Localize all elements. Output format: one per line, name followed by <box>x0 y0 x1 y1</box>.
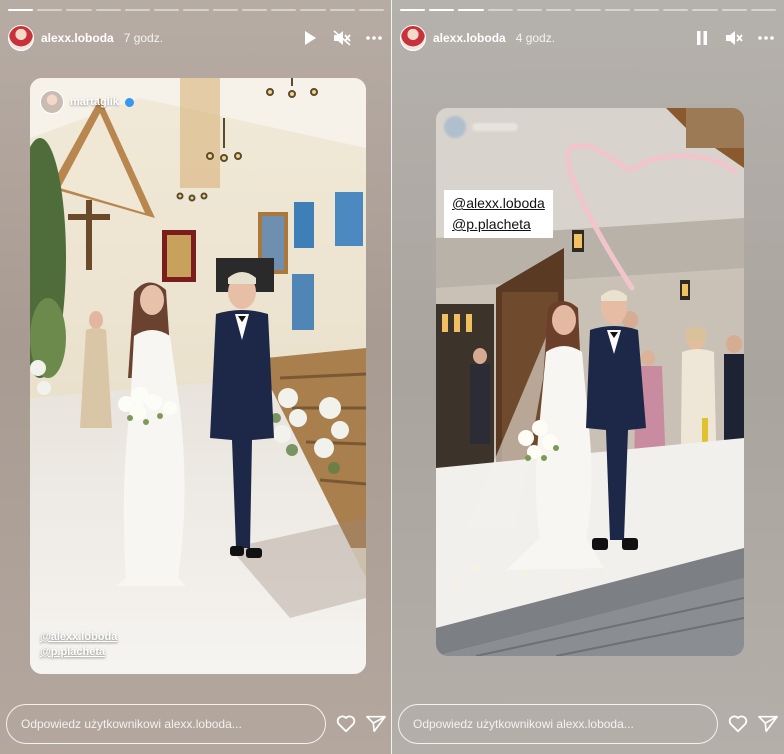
mention-username: martaglik <box>70 96 119 108</box>
send-icon[interactable] <box>366 714 386 734</box>
heart-icon[interactable] <box>336 714 356 734</box>
user-tag[interactable]: @p.placheta <box>40 645 117 660</box>
church-aisle-image <box>30 78 366 674</box>
progress-segment <box>575 9 601 11</box>
timestamp: 7 godz. <box>123 31 164 45</box>
mention-avatar <box>40 90 64 114</box>
progress-segment <box>458 9 484 11</box>
story-header: alexx.loboda 4 godz. <box>392 22 784 54</box>
user-tag[interactable]: @alexx.loboda <box>40 630 117 645</box>
progress-segment <box>487 9 513 11</box>
user-tag[interactable]: @p.placheta <box>452 214 545 235</box>
progress-segment <box>750 9 777 11</box>
username[interactable]: alexx.loboda <box>41 31 114 45</box>
progress-segment <box>546 9 572 11</box>
progress-segment <box>604 9 630 11</box>
play-icon[interactable] <box>300 28 320 48</box>
user-tags: @alexx.loboda @p.placheta <box>444 190 553 238</box>
progress-segment <box>633 9 660 11</box>
progress-bar <box>8 9 385 11</box>
more-options-icon[interactable] <box>756 28 776 48</box>
mention-sticker[interactable]: martaglik <box>40 90 134 114</box>
avatar[interactable] <box>400 25 426 51</box>
more-options-icon[interactable] <box>364 28 384 48</box>
heart-icon[interactable] <box>728 714 748 734</box>
story-right[interactable]: alexx.loboda 4 godz. @alexx.loboda @p.pl… <box>392 0 784 754</box>
reply-input[interactable] <box>6 704 326 744</box>
reply-input[interactable] <box>398 704 718 744</box>
progress-segment <box>95 9 121 11</box>
blurred-avatar <box>444 116 466 138</box>
blurred-mention <box>444 116 518 138</box>
progress-segment <box>721 9 747 11</box>
muted-icon[interactable] <box>724 28 744 48</box>
progress-segment <box>183 9 209 11</box>
timestamp: 4 godz. <box>515 31 556 45</box>
username[interactable]: alexx.loboda <box>433 31 506 45</box>
progress-segment <box>124 9 151 11</box>
progress-segment <box>400 9 426 11</box>
progress-segment <box>241 9 268 11</box>
progress-segment <box>37 9 63 11</box>
reply-bar <box>0 704 392 744</box>
verified-badge-icon <box>124 97 134 107</box>
story-media-church-entrance[interactable]: @alexx.loboda @p.placheta <box>436 108 744 656</box>
muted-icon[interactable] <box>332 28 352 48</box>
story-header: alexx.loboda 7 godz. <box>0 22 392 54</box>
blurred-username <box>472 123 518 131</box>
progress-segment <box>154 9 180 11</box>
progress-segment <box>429 9 455 11</box>
progress-bar <box>400 9 777 11</box>
progress-segment <box>358 9 385 11</box>
progress-segment <box>8 9 34 11</box>
progress-segment <box>329 9 355 11</box>
progress-segment <box>212 9 238 11</box>
progress-segment <box>692 9 718 11</box>
send-icon[interactable] <box>758 714 778 734</box>
user-tag[interactable]: @alexx.loboda <box>452 193 545 214</box>
reply-bar <box>392 704 784 744</box>
progress-segment <box>66 9 92 11</box>
story-left[interactable]: alexx.loboda 7 godz. martaglik @alexx.lo… <box>0 0 392 754</box>
pause-icon[interactable] <box>692 28 712 48</box>
story-media-church-aisle[interactable]: martaglik @alexx.loboda @p.placheta <box>30 78 366 674</box>
avatar[interactable] <box>8 25 34 51</box>
progress-segment <box>663 9 689 11</box>
progress-segment <box>516 9 543 11</box>
user-tags: @alexx.loboda @p.placheta <box>40 630 117 660</box>
progress-segment <box>300 9 326 11</box>
progress-segment <box>271 9 297 11</box>
